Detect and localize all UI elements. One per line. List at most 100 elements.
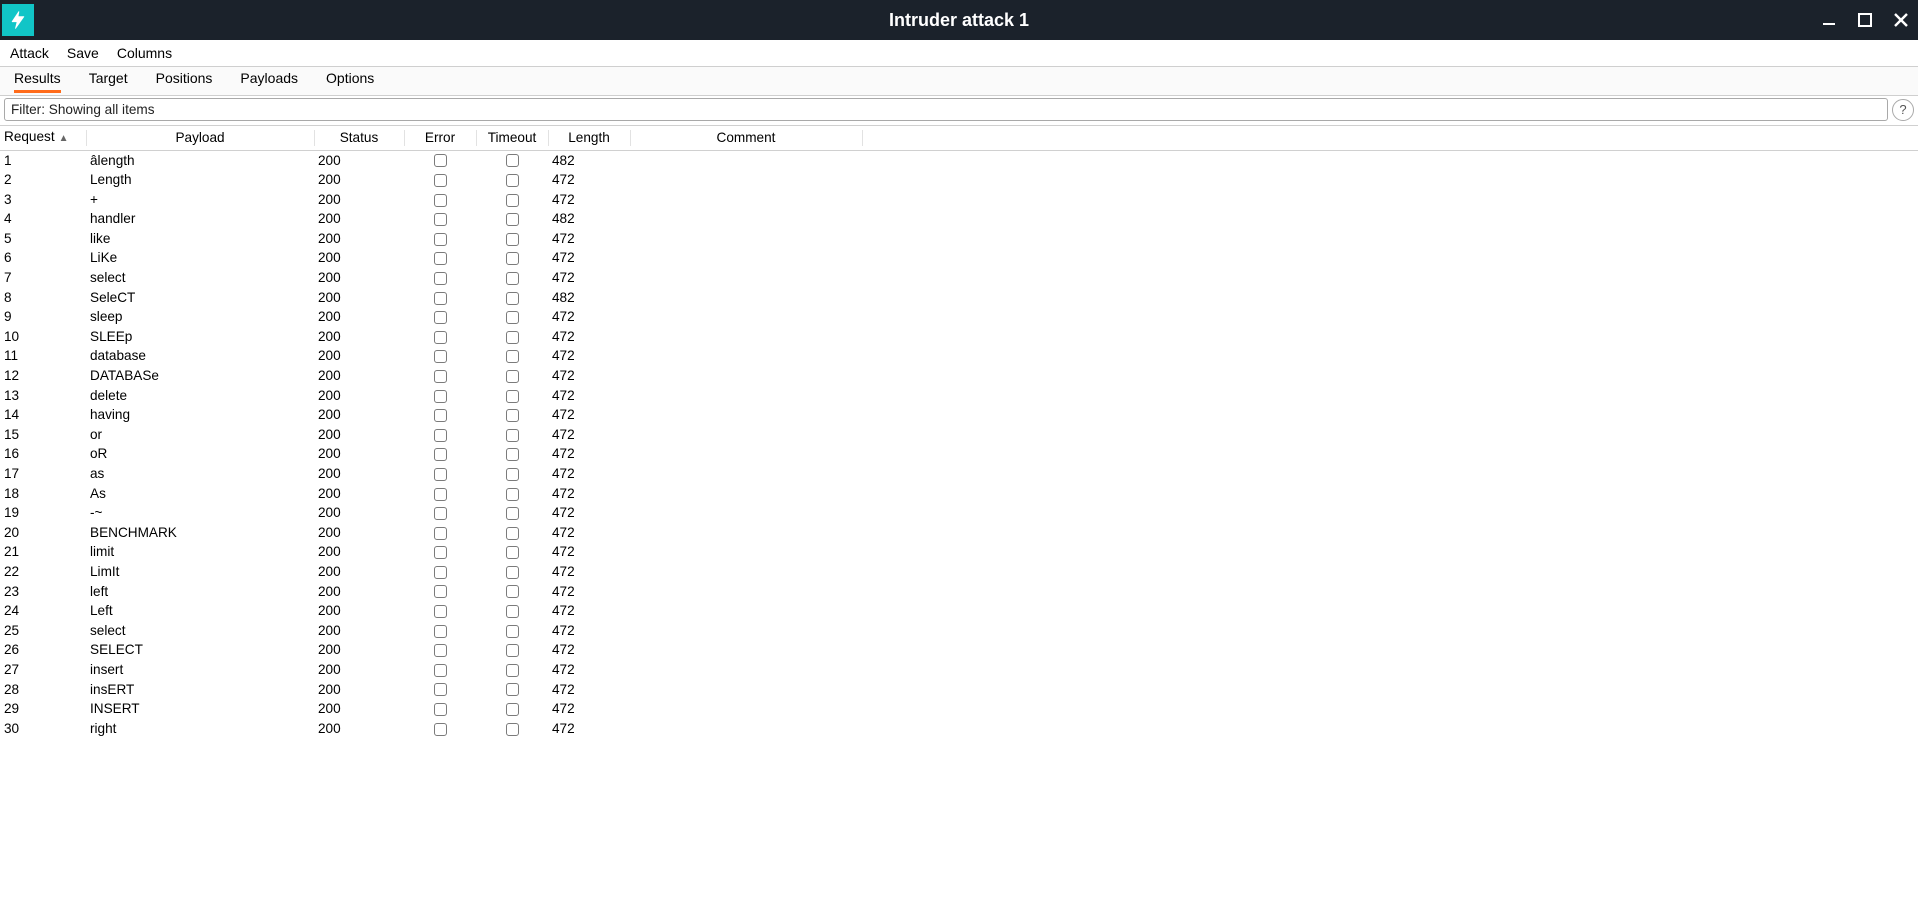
table-row[interactable]: 24Left200472 [0, 601, 1918, 621]
cell-length: 472 [548, 346, 630, 366]
cell-request: 22 [0, 562, 86, 582]
table-row[interactable]: 17as200472 [0, 464, 1918, 484]
cell-length: 472 [548, 307, 630, 327]
cell-error [404, 327, 476, 347]
filter-input[interactable] [4, 98, 1888, 121]
cell-length: 472 [548, 366, 630, 386]
table-row[interactable]: 27insert200472 [0, 660, 1918, 680]
lightning-icon [8, 10, 28, 30]
tab-positions[interactable]: Positions [156, 70, 213, 93]
cell-request: 21 [0, 542, 86, 562]
cell-length: 472 [548, 170, 630, 190]
cell-error [404, 503, 476, 523]
cell-comment [630, 170, 862, 190]
table-row[interactable]: 22LimIt200472 [0, 562, 1918, 582]
cell-request: 3 [0, 190, 86, 210]
table-row[interactable]: 14having200472 [0, 405, 1918, 425]
table-row[interactable]: 23left200472 [0, 582, 1918, 602]
table-row[interactable]: 29INSERT200472 [0, 699, 1918, 719]
cell-length: 472 [548, 680, 630, 700]
cell-length: 472 [548, 582, 630, 602]
table-row[interactable]: 6LiKe200472 [0, 248, 1918, 268]
table-row[interactable]: 12DATABASe200472 [0, 366, 1918, 386]
cell-request: 23 [0, 582, 86, 602]
cell-timeout [476, 523, 548, 543]
menu-attack[interactable]: Attack [10, 45, 49, 61]
cell-payload: database [86, 346, 314, 366]
table-row[interactable]: 13delete200472 [0, 386, 1918, 406]
cell-request: 9 [0, 307, 86, 327]
cell-length: 482 [548, 209, 630, 229]
cell-payload: sleep [86, 307, 314, 327]
help-button[interactable]: ? [1892, 99, 1914, 121]
menu-columns[interactable]: Columns [117, 45, 172, 61]
cell-status: 200 [314, 699, 404, 719]
tab-results[interactable]: Results [14, 70, 61, 93]
menu-save[interactable]: Save [67, 45, 99, 61]
cell-payload: LiKe [86, 248, 314, 268]
checkbox-icon [506, 154, 519, 167]
table-row[interactable]: 25select200472 [0, 621, 1918, 641]
table-row[interactable]: 28insERT200472 [0, 680, 1918, 700]
col-header-length[interactable]: Length [548, 126, 630, 150]
col-header-request[interactable]: Request▲ [0, 126, 86, 150]
cell-request: 7 [0, 268, 86, 288]
cell-comment [630, 523, 862, 543]
minimize-button[interactable] [1818, 9, 1840, 31]
cell-request: 12 [0, 366, 86, 386]
table-row[interactable]: 30right200472 [0, 719, 1918, 739]
checkbox-icon [434, 292, 447, 305]
table-row[interactable]: 8SeleCT200482 [0, 288, 1918, 308]
cell-error [404, 444, 476, 464]
table-row[interactable]: 19-~200472 [0, 503, 1918, 523]
cell-timeout [476, 640, 548, 660]
close-button[interactable] [1890, 9, 1912, 31]
col-header-payload[interactable]: Payload [86, 126, 314, 150]
cell-status: 200 [314, 229, 404, 249]
cell-comment [630, 327, 862, 347]
cell-status: 200 [314, 248, 404, 268]
checkbox-icon [434, 429, 447, 442]
checkbox-icon [434, 252, 447, 265]
cell-status: 200 [314, 346, 404, 366]
table-row[interactable]: 7select200472 [0, 268, 1918, 288]
tab-target[interactable]: Target [89, 70, 128, 93]
cell-length: 472 [548, 386, 630, 406]
table-row[interactable]: 26SELECT200472 [0, 640, 1918, 660]
cell-status: 200 [314, 170, 404, 190]
checkbox-icon [506, 429, 519, 442]
cell-length: 472 [548, 425, 630, 445]
cell-error [404, 229, 476, 249]
checkbox-icon [434, 194, 447, 207]
cell-request: 30 [0, 719, 86, 739]
cell-comment [630, 621, 862, 641]
table-row[interactable]: 3+200472 [0, 190, 1918, 210]
cell-request: 15 [0, 425, 86, 445]
table-row[interactable]: 1âlength200482 [0, 150, 1918, 170]
table-row[interactable]: 10SLEEp200472 [0, 327, 1918, 347]
cell-status: 200 [314, 503, 404, 523]
cell-comment [630, 288, 862, 308]
table-row[interactable]: 5like200472 [0, 229, 1918, 249]
cell-timeout [476, 190, 548, 210]
cell-length: 472 [548, 640, 630, 660]
col-header-error[interactable]: Error [404, 126, 476, 150]
table-row[interactable]: 15or200472 [0, 425, 1918, 445]
col-header-status[interactable]: Status [314, 126, 404, 150]
table-row[interactable]: 4handler200482 [0, 209, 1918, 229]
maximize-button[interactable] [1854, 9, 1876, 31]
table-row[interactable]: 2Length200472 [0, 170, 1918, 190]
col-header-timeout[interactable]: Timeout [476, 126, 548, 150]
cell-comment [630, 307, 862, 327]
table-row[interactable]: 11database200472 [0, 346, 1918, 366]
cell-error [404, 190, 476, 210]
table-row[interactable]: 21limit200472 [0, 542, 1918, 562]
col-header-comment[interactable]: Comment [630, 126, 862, 150]
table-row[interactable]: 9sleep200472 [0, 307, 1918, 327]
table-row[interactable]: 16oR200472 [0, 444, 1918, 464]
table-row[interactable]: 20BENCHMARK200472 [0, 523, 1918, 543]
table-row[interactable]: 18As200472 [0, 484, 1918, 504]
checkbox-icon [434, 605, 447, 618]
tab-options[interactable]: Options [326, 70, 374, 93]
tab-payloads[interactable]: Payloads [240, 70, 298, 93]
